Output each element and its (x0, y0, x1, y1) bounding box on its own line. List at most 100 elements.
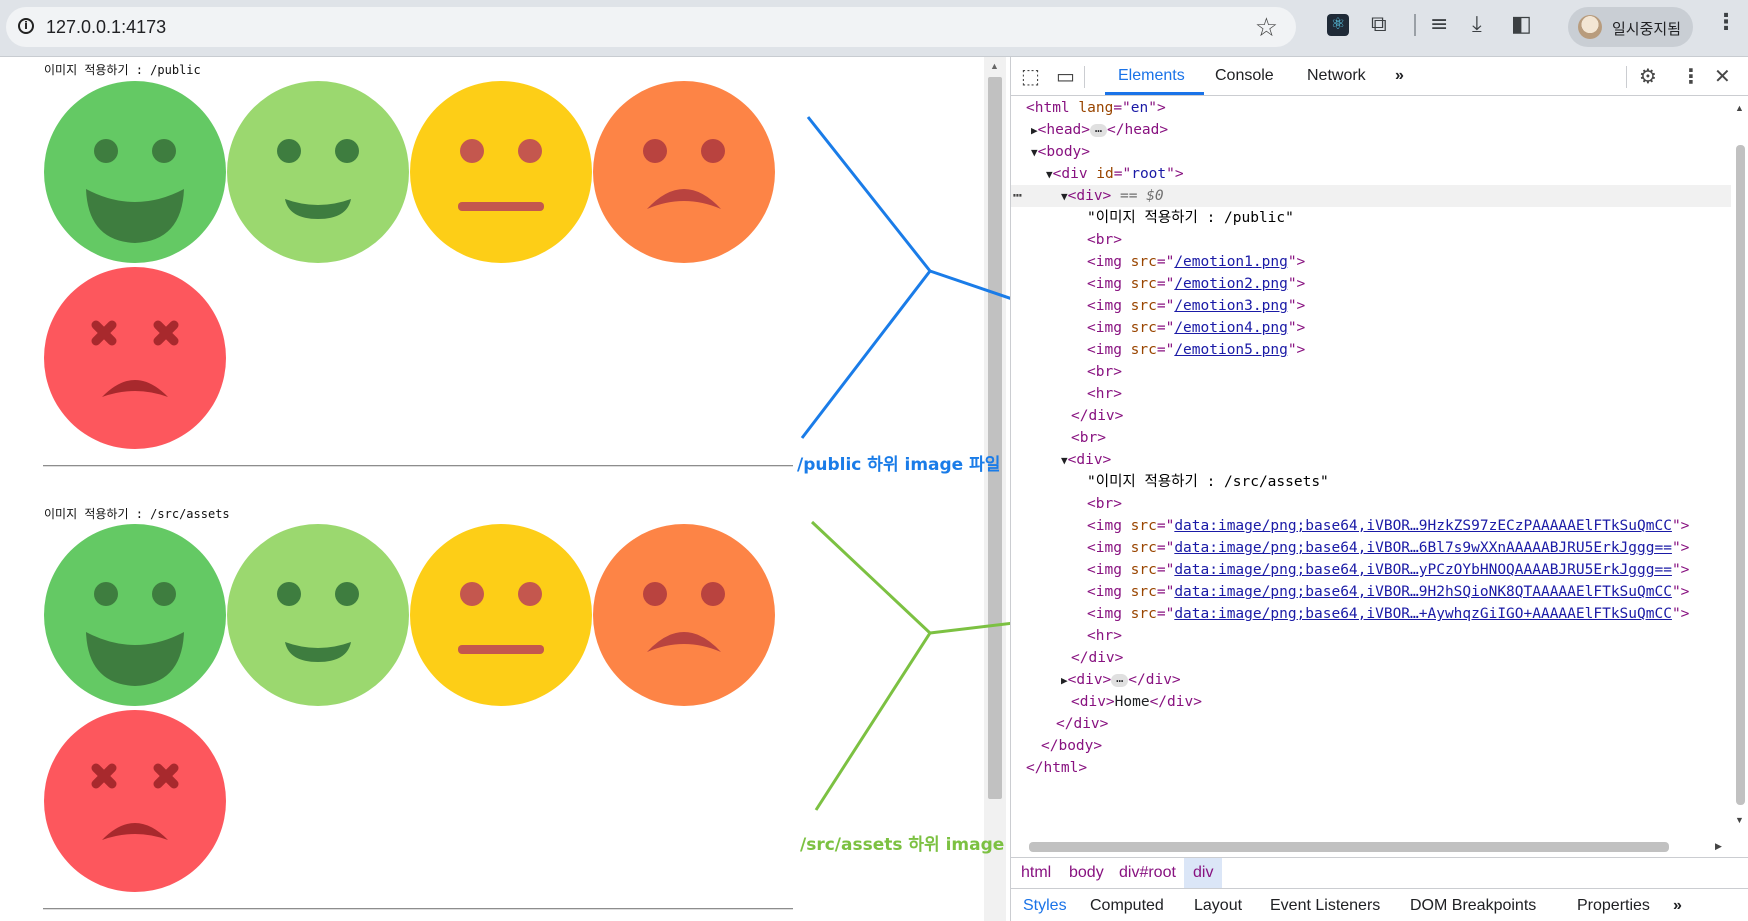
dom-text-public[interactable]: "이미지 적용하기 : /public" (1087, 207, 1294, 229)
assets-img-node[interactable]: <img src="data:image/png;base64,iVBOR…yP… (1087, 559, 1689, 581)
public-img-src-link[interactable]: /emotion1.png (1174, 254, 1288, 270)
dom-node-div-assets[interactable]: ▼<div> (1061, 449, 1111, 471)
expand-triangle-icon[interactable]: ▶ (1031, 124, 1038, 137)
dom-node-br[interactable]: <br> (1071, 427, 1106, 449)
assets-img-src-link[interactable]: data:image/png;base64,iVBOR…yPCzOYbHNOQA… (1174, 562, 1672, 578)
url-text[interactable]: 127.0.0.1:4173 (46, 17, 166, 38)
tab-properties[interactable]: Properties (1577, 897, 1650, 915)
node-actions-icon[interactable]: ⋯ (1013, 185, 1022, 207)
page-scrollbar[interactable]: ▲ (984, 57, 1006, 921)
emotion-image-2 (227, 524, 409, 706)
assets-img-node[interactable]: <img src="data:image/png;base64,iVBOR…+A… (1087, 603, 1689, 625)
dom-node-div-root[interactable]: ▼<div id="root"> (1046, 163, 1184, 185)
tab-computed[interactable]: Computed (1090, 897, 1164, 915)
styles-pane-tabs: Styles Computed Layout Event Listeners D… (1011, 889, 1748, 921)
media-queue-icon[interactable]: ≡ (1430, 12, 1448, 37)
download-icon[interactable]: ⤓ (1472, 12, 1482, 37)
collapse-triangle-icon[interactable]: ▼ (1061, 454, 1068, 467)
public-img-src-link[interactable]: /emotion2.png (1174, 276, 1288, 292)
assets-img-src-link[interactable]: data:image/png;base64,iVBOR…+AywhqzGiIGO… (1174, 606, 1672, 622)
dom-node-html-close[interactable]: </html> (1026, 757, 1087, 779)
dom-node-br[interactable]: <br> (1087, 361, 1122, 383)
devtools-menu-icon[interactable]: ⋮ (1681, 64, 1701, 88)
dom-node-div-close[interactable]: </div> (1071, 405, 1123, 427)
devtools-divider (1626, 66, 1627, 88)
dom-horizontal-scrollbar[interactable]: ▶ (1011, 837, 1731, 855)
collapse-triangle-icon[interactable]: ▼ (1061, 190, 1068, 203)
close-icon[interactable]: ✕ (1714, 64, 1731, 88)
tab-dom-breakpoints[interactable]: DOM Breakpoints (1410, 897, 1536, 915)
collapsed-content-icon[interactable]: … (1111, 672, 1129, 687)
dom-node-hr[interactable]: <hr> (1087, 625, 1122, 647)
dom-node-html[interactable]: <html lang="en"> (1026, 97, 1166, 119)
scroll-right-icon[interactable]: ▶ (1715, 841, 1722, 852)
dom-node-head[interactable]: ▶<head>… </head> (1031, 119, 1168, 141)
scroll-up-icon[interactable]: ▲ (1735, 103, 1744, 113)
assets-img-src-link[interactable]: data:image/png;base64,iVBOR…6Bl7s9wXXnAA… (1174, 540, 1672, 556)
public-img-src-link[interactable]: /emotion3.png (1174, 298, 1288, 314)
collapsed-content-icon[interactable]: … (1090, 122, 1108, 137)
dom-text-assets[interactable]: "이미지 적용하기 : /src/assets" (1087, 471, 1329, 493)
settings-gear-icon[interactable]: ⚙ (1639, 64, 1657, 88)
collapse-triangle-icon[interactable]: ▼ (1046, 168, 1053, 181)
scroll-up-icon[interactable]: ▲ (990, 61, 999, 71)
site-info-icon[interactable]: i (18, 18, 34, 34)
breadcrumb-body[interactable]: body (1069, 864, 1104, 882)
react-devtools-extension-icon[interactable]: ⚛ (1327, 14, 1349, 36)
emotion-image-5 (44, 267, 226, 449)
dom-node-body-close[interactable]: </body> (1041, 735, 1102, 757)
scroll-down-icon[interactable]: ▼ (1735, 815, 1744, 825)
public-img-node[interactable]: <img src="/emotion4.png"> (1087, 317, 1305, 339)
extensions-puzzle-icon[interactable]: ⧉ (1371, 12, 1387, 37)
more-tabs-icon[interactable]: » (1395, 67, 1404, 85)
tab-layout[interactable]: Layout (1194, 897, 1242, 915)
page-scroll-thumb[interactable] (988, 77, 1002, 799)
public-img-node[interactable]: <img src="/emotion2.png"> (1087, 273, 1305, 295)
dom-node-div-close[interactable]: </div> (1056, 713, 1108, 735)
assets-img-node[interactable]: <img src="data:image/png;base64,iVBOR…9H… (1087, 581, 1689, 603)
dom-node-div-close[interactable]: </div> (1071, 647, 1123, 669)
dom-node-div-selected[interactable]: ⋯ ▼<div> == $0 (1011, 185, 1731, 207)
tab-event-listeners[interactable]: Event Listeners (1270, 897, 1380, 915)
tab-elements[interactable]: Elements (1118, 67, 1185, 85)
dom-vertical-scrollbar[interactable]: ▲ ▼ (1731, 97, 1748, 837)
public-img-node[interactable]: <img src="/emotion5.png"> (1087, 339, 1305, 361)
expand-triangle-icon[interactable]: ▶ (1061, 674, 1068, 687)
assets-img-node[interactable]: <img src="data:image/png;base64,iVBOR…6B… (1087, 537, 1689, 559)
bookmark-star-icon[interactable]: ☆ (1255, 12, 1278, 43)
inspect-element-icon[interactable]: ⬚ (1021, 64, 1040, 88)
tab-console[interactable]: Console (1215, 67, 1274, 85)
assets-img-src-link[interactable]: data:image/png;base64,iVBOR…9H2hSQioNK8Q… (1174, 584, 1672, 600)
device-toolbar-icon[interactable]: ▭ (1056, 64, 1075, 88)
dom-node-div-collapsed[interactable]: ▶<div>… </div> (1061, 669, 1181, 691)
profile-button[interactable]: 일시중지됨 (1568, 7, 1693, 47)
tab-styles[interactable]: Styles (1023, 897, 1067, 915)
public-img-src-link[interactable]: /emotion4.png (1174, 320, 1288, 336)
tab-network[interactable]: Network (1307, 67, 1366, 85)
public-img-src-link[interactable]: /emotion5.png (1174, 342, 1288, 358)
breadcrumb-html[interactable]: html (1021, 864, 1051, 882)
assets-img-src-link[interactable]: data:image/png;base64,iVBOR…9HzkZS97zECz… (1174, 518, 1672, 534)
assets-img-node[interactable]: <img src="data:image/png;base64,iVBOR…9H… (1087, 515, 1689, 537)
dom-node-br[interactable]: <br> (1087, 493, 1122, 515)
browser-menu-icon[interactable]: ⋮ (1715, 10, 1737, 35)
public-img-node[interactable]: <img src="/emotion3.png"> (1087, 295, 1305, 317)
dom-node-br[interactable]: <br> (1087, 229, 1122, 251)
dom-node-div-home[interactable]: <div>Home</div> (1071, 691, 1202, 713)
breadcrumb-div[interactable]: div (1184, 858, 1223, 888)
annotation-public-label: /public 하위 image 파일 (797, 455, 1001, 475)
emotion-image-2 (227, 81, 409, 263)
dom-node-body[interactable]: ▼<body> (1031, 141, 1090, 163)
emotion-image-4 (593, 81, 775, 263)
more-tabs-icon[interactable]: » (1673, 897, 1682, 915)
side-panel-icon[interactable]: ◧ (1511, 12, 1532, 37)
avatar (1578, 15, 1602, 39)
collapse-triangle-icon[interactable]: ▼ (1031, 146, 1038, 159)
dom-scroll-thumb[interactable] (1029, 842, 1669, 852)
address-bar[interactable]: i 127.0.0.1:4173 ☆ (6, 7, 1296, 47)
dom-scroll-thumb[interactable] (1736, 145, 1745, 805)
devtools-tabbar: ⬚ ▭ Elements Console Network » ⚙ ⋮ ✕ (1011, 57, 1748, 96)
dom-node-hr[interactable]: <hr> (1087, 383, 1122, 405)
public-img-node[interactable]: <img src="/emotion1.png"> (1087, 251, 1305, 273)
breadcrumb-div-root[interactable]: div#root (1119, 864, 1176, 882)
